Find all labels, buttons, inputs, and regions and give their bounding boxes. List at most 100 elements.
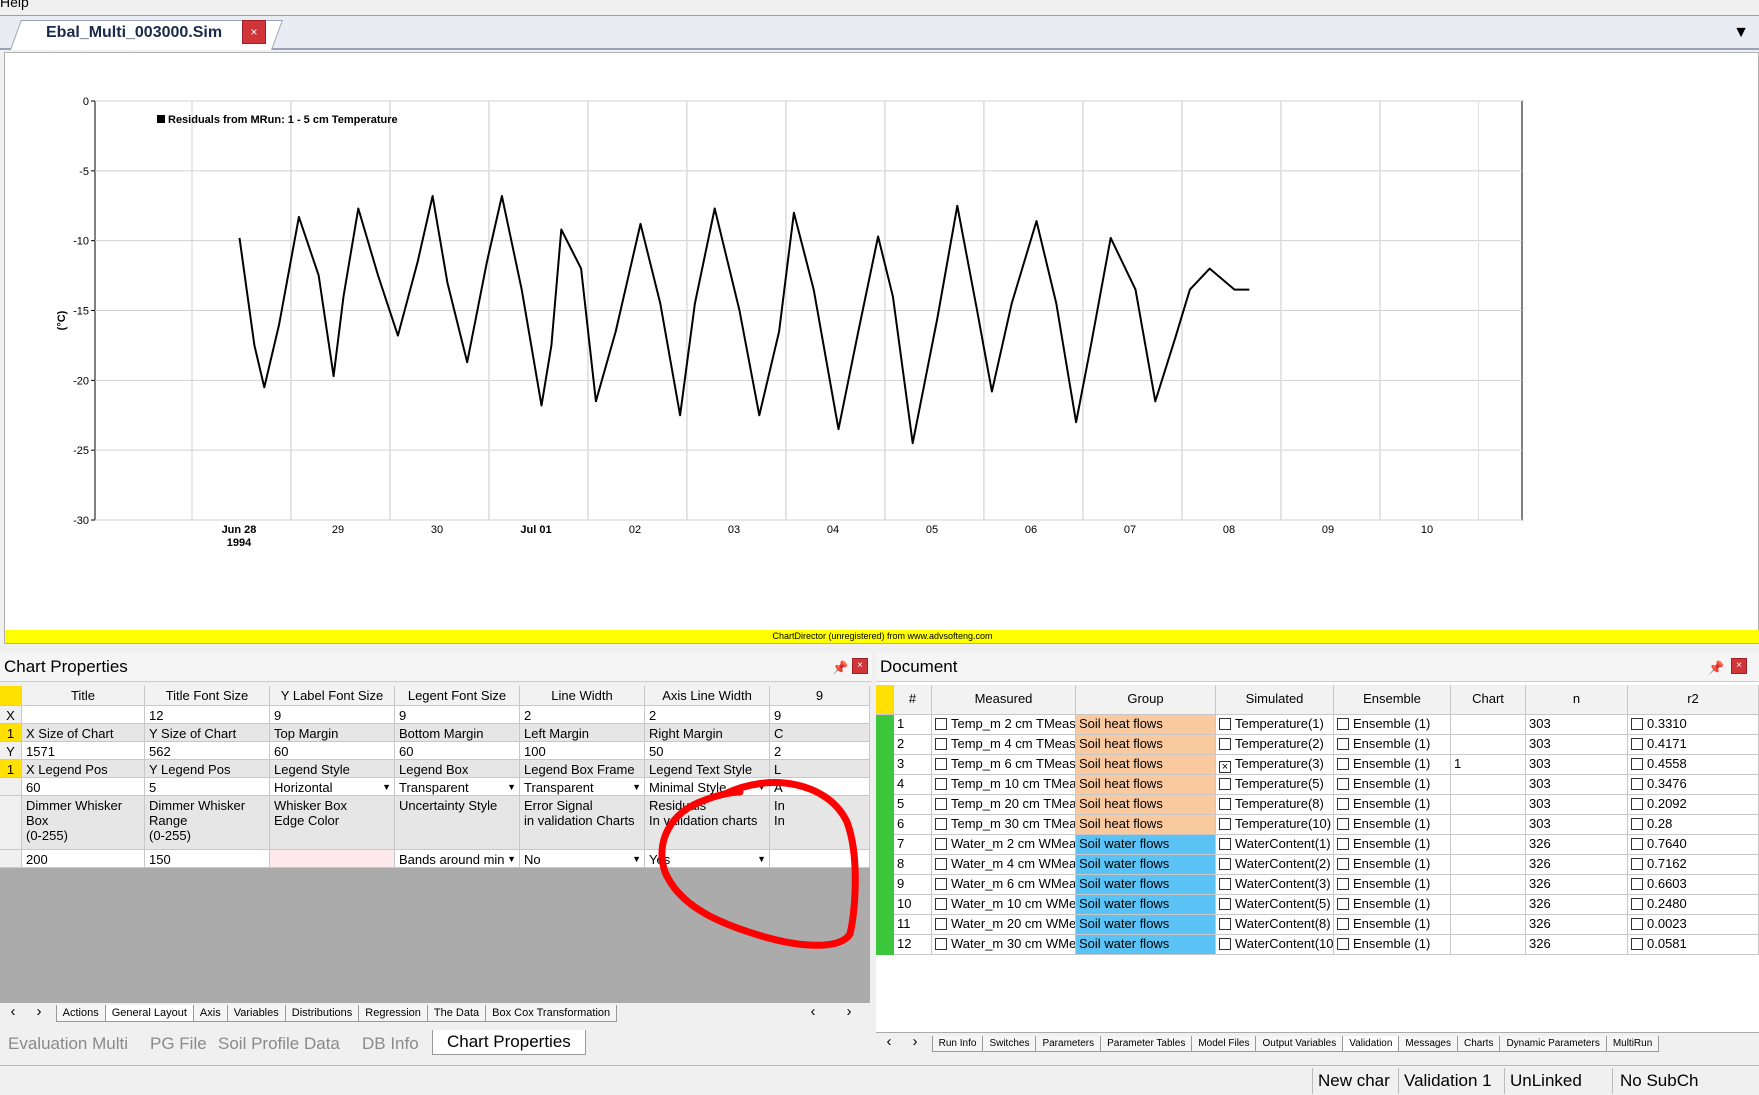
table-cell[interactable]: Ensemble (1) (1334, 755, 1451, 775)
table-cell[interactable]: Ensemble (1) (1334, 795, 1451, 815)
tab-box-cox-transformation[interactable]: Box Cox Transformation (485, 1005, 618, 1022)
table-cell[interactable] (1451, 875, 1526, 895)
table-cell[interactable] (1451, 735, 1526, 755)
table-cell[interactable]: 0.3310 (1628, 715, 1759, 735)
table-cell[interactable]: 0.4171 (1628, 735, 1759, 755)
checkbox[interactable] (1219, 798, 1231, 810)
property-value[interactable]: 562 (145, 742, 270, 760)
tab-db-info[interactable]: DB Info (362, 1034, 419, 1054)
table-cell[interactable]: Soil heat flows (1076, 755, 1216, 775)
checkbox[interactable] (1337, 938, 1349, 950)
checkbox[interactable] (935, 858, 947, 870)
checkbox[interactable] (1631, 758, 1643, 770)
checkbox[interactable] (1631, 778, 1643, 790)
checkbox[interactable] (935, 718, 947, 730)
table-cell[interactable]: 303 (1526, 815, 1628, 835)
table-cell[interactable]: WaterContent(5) (1216, 895, 1334, 915)
property-value[interactable]: 5 (145, 778, 270, 796)
dropdown-arrow-icon[interactable]: ▼ (632, 782, 641, 792)
property-value[interactable]: Transparent ▼ (395, 778, 520, 796)
property-value[interactable]: 60 (270, 742, 395, 760)
checkbox[interactable] (1337, 778, 1349, 790)
tab-parameters[interactable]: Parameters (1035, 1036, 1102, 1052)
table-cell[interactable]: 9 (894, 875, 932, 895)
table-cell[interactable] (1451, 935, 1526, 955)
chevron-right-icon[interactable]: › (836, 1003, 862, 1020)
pin-icon[interactable]: 📌 (832, 660, 848, 676)
table-cell[interactable]: 0.7162 (1628, 855, 1759, 875)
table-cell[interactable]: 0.7640 (1628, 835, 1759, 855)
table-cell[interactable]: 2 (894, 735, 932, 755)
column-header[interactable]: # (894, 685, 932, 715)
table-cell[interactable]: Water_m 30 cm WMea (932, 935, 1076, 955)
checkbox[interactable]: × (1219, 761, 1231, 773)
checkbox[interactable] (935, 778, 947, 790)
table-cell[interactable]: Ensemble (1) (1334, 775, 1451, 795)
tab-output-variables[interactable]: Output Variables (1255, 1036, 1344, 1052)
property-value[interactable]: 200 (22, 850, 145, 868)
tab-messages[interactable]: Messages (1398, 1036, 1458, 1052)
row-header[interactable] (0, 796, 22, 850)
checkbox[interactable] (1337, 818, 1349, 830)
table-cell[interactable] (1451, 795, 1526, 815)
checkbox[interactable] (935, 938, 947, 950)
row-header[interactable]: 1 (0, 760, 22, 778)
checkbox[interactable] (1219, 778, 1231, 790)
property-value[interactable]: 9 (270, 706, 395, 724)
row-header[interactable] (0, 778, 22, 796)
table-cell[interactable]: Ensemble (1) (1334, 895, 1451, 915)
table-row[interactable]: 5 Temp_m 20 cm TMeas Soil heat flows Temper… (876, 795, 1759, 815)
table-cell[interactable]: Ensemble (1) (1334, 735, 1451, 755)
property-value[interactable]: No ▼ (520, 850, 645, 868)
table-cell[interactable]: 326 (1526, 875, 1628, 895)
row-header[interactable] (0, 686, 22, 706)
table-cell[interactable] (1451, 895, 1526, 915)
table-cell[interactable]: 10 (894, 895, 932, 915)
table-cell[interactable]: Soil water flows (1076, 915, 1216, 935)
table-cell[interactable] (1451, 835, 1526, 855)
property-value[interactable]: 50 (645, 742, 770, 760)
column-header[interactable]: Chart (1451, 685, 1526, 715)
table-cell[interactable]: WaterContent(1) (1216, 835, 1334, 855)
checkbox[interactable] (1631, 818, 1643, 830)
table-cell[interactable]: Temp_m 6 cm TMeasu (932, 755, 1076, 775)
table-cell[interactable]: Temp_m 30 cm TMeas (932, 815, 1076, 835)
tab-switches[interactable]: Switches (982, 1036, 1037, 1052)
chevron-left-icon[interactable]: ‹ (800, 1003, 826, 1020)
checkbox[interactable] (935, 878, 947, 890)
dropdown-arrow-icon[interactable]: ▼ (382, 782, 391, 792)
table-cell[interactable]: Water_m 10 cm WMea (932, 895, 1076, 915)
table-cell[interactable]: 0.3476 (1628, 775, 1759, 795)
table-cell[interactable]: 4 (894, 775, 932, 795)
table-cell[interactable]: Ensemble (1) (1334, 875, 1451, 895)
table-cell[interactable]: 8 (894, 855, 932, 875)
table-cell[interactable]: Temperature(5) (1216, 775, 1334, 795)
table-row[interactable]: 3 Temp_m 6 cm TMeasu Soil heat flows × Tempe… (876, 755, 1759, 775)
tab-charts[interactable]: Charts (1457, 1036, 1501, 1052)
table-cell[interactable]: Water_m 2 cm WMeas (932, 835, 1076, 855)
checkbox[interactable] (1631, 918, 1643, 930)
property-value[interactable]: Transparent ▼ (520, 778, 645, 796)
table-cell[interactable]: Ensemble (1) (1334, 935, 1451, 955)
chevron-right-icon[interactable]: › (902, 1033, 928, 1050)
table-cell[interactable]: 12 (894, 935, 932, 955)
menu-help[interactable]: Help (0, 0, 29, 10)
close-panel-icon[interactable]: × (1731, 658, 1747, 674)
table-cell[interactable]: 303 (1526, 715, 1628, 735)
table-cell[interactable]: 303 (1526, 795, 1628, 815)
table-cell[interactable]: Temp_m 10 cm TMeas (932, 775, 1076, 795)
checkbox[interactable] (935, 798, 947, 810)
table-cell[interactable]: 303 (1526, 735, 1628, 755)
checkbox[interactable] (1219, 738, 1231, 750)
table-row[interactable]: 12 Water_m 30 cm WMea Soil water flows Wate… (876, 935, 1759, 955)
dropdown-arrow-icon[interactable]: ▼ (507, 782, 516, 792)
close-panel-icon[interactable]: × (852, 658, 868, 674)
table-cell[interactable]: 326 (1526, 915, 1628, 935)
table-cell[interactable]: Water_m 6 cm WMeas (932, 875, 1076, 895)
checkbox[interactable] (935, 898, 947, 910)
property-value[interactable]: 1571 (22, 742, 145, 760)
tab-regression[interactable]: Regression (358, 1005, 428, 1022)
table-cell[interactable]: Soil water flows (1076, 895, 1216, 915)
tab-soil-profile-data[interactable]: Soil Profile Data (218, 1034, 340, 1054)
chevron-right-icon[interactable]: › (26, 1003, 52, 1020)
